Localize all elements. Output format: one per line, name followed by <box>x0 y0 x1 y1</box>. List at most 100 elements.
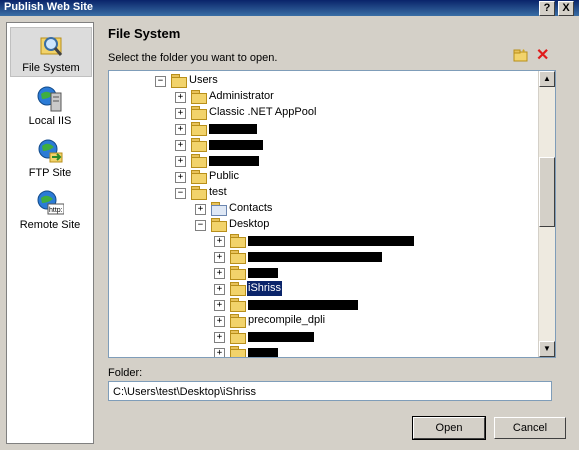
nav-ftp-site[interactable]: FTP Site <box>10 133 90 181</box>
folder-icon <box>230 266 246 280</box>
scroll-up-icon[interactable]: ▲ <box>539 71 555 87</box>
redacted-label <box>209 140 263 150</box>
folder-icon <box>230 282 246 296</box>
folder-icon <box>191 90 207 104</box>
tree-row[interactable]: − Users <box>109 73 537 89</box>
expand-icon[interactable]: + <box>214 300 225 311</box>
redacted-label <box>248 268 278 278</box>
folder-icon <box>191 154 207 168</box>
nav-local-iis[interactable]: Local IIS <box>10 81 90 129</box>
tree-row[interactable]: − Desktop <box>109 217 537 233</box>
folder-icon <box>230 298 246 312</box>
scroll-thumb[interactable] <box>539 157 555 227</box>
folder-icon <box>230 234 246 248</box>
tree-row[interactable]: + <box>109 329 537 345</box>
tree-row[interactable]: + <box>109 297 537 313</box>
folder-icon <box>191 186 207 200</box>
folder-icon <box>230 314 246 328</box>
expand-icon[interactable]: + <box>175 108 186 119</box>
new-folder-icon[interactable]: * <box>513 48 529 62</box>
tree-row[interactable]: + Public <box>109 169 537 185</box>
expand-icon[interactable]: + <box>214 348 225 357</box>
tree-row[interactable]: + <box>109 137 537 153</box>
tree-row[interactable]: + Contacts <box>109 201 537 217</box>
folder-icon <box>230 250 246 264</box>
expand-icon[interactable]: + <box>214 284 225 295</box>
tree-item-label: iShriss <box>247 281 283 296</box>
tree-row[interactable]: + <box>109 121 537 137</box>
tree-item-label: Public <box>209 170 239 182</box>
nav-label: Remote Site <box>19 219 81 231</box>
file-system-icon <box>37 32 65 60</box>
tree-row[interactable]: + <box>109 249 537 265</box>
tree-item-label: Desktop <box>229 218 270 230</box>
cancel-button[interactable]: Cancel <box>494 417 566 439</box>
nav-remote-site[interactable]: http: Remote Site <box>10 185 90 233</box>
redacted-label <box>209 124 257 134</box>
window-title: Publish Web Site <box>4 1 94 13</box>
close-button[interactable]: X <box>558 1 574 16</box>
tree-row[interactable]: + <box>109 153 537 169</box>
folder-icon <box>191 138 207 152</box>
expand-icon[interactable]: + <box>214 252 225 263</box>
folder-icon <box>171 74 187 88</box>
expand-icon[interactable]: + <box>175 92 186 103</box>
folder-tree[interactable]: + + + precompile_dpli + + iShriss + + + − Desktop + C… <box>108 70 556 358</box>
tree-row[interactable]: + precompile_dpli <box>109 313 537 329</box>
expand-icon[interactable]: + <box>175 124 186 135</box>
folder-icon <box>191 122 207 136</box>
expand-icon[interactable]: + <box>175 172 186 183</box>
collapse-icon[interactable]: − <box>175 188 186 199</box>
folder-icon <box>211 218 227 232</box>
expand-icon[interactable]: + <box>214 332 225 343</box>
local-iis-icon <box>36 85 64 113</box>
page-subtitle: Select the folder you want to open. <box>108 52 278 64</box>
location-sidebar: File System Local IIS FTP Site http: Rem… <box>6 22 94 444</box>
help-button[interactable]: ? <box>539 1 555 16</box>
tree-item-label: Users <box>189 74 218 86</box>
page-title: File System <box>108 26 181 41</box>
redacted-label <box>248 348 278 357</box>
tree-item-label: Contacts <box>229 202 273 214</box>
delete-icon[interactable]: ✕ <box>536 48 549 64</box>
tree-row[interactable]: + <box>109 265 537 281</box>
redacted-label <box>248 236 414 246</box>
expand-icon[interactable]: + <box>214 236 225 247</box>
collapse-icon[interactable]: − <box>195 220 206 231</box>
collapse-icon[interactable]: − <box>155 76 166 87</box>
expand-icon[interactable]: + <box>195 204 206 215</box>
expand-icon[interactable]: + <box>214 316 225 327</box>
tree-row[interactable]: + iShriss <box>109 281 537 297</box>
expand-icon[interactable]: + <box>175 156 186 167</box>
nav-label: Local IIS <box>28 115 72 127</box>
tree-row[interactable]: + Classic .NET AppPool <box>109 105 537 121</box>
remote-site-icon: http: <box>36 189 65 217</box>
redacted-label <box>248 332 314 342</box>
expand-icon[interactable]: + <box>214 268 225 279</box>
tree-item-label: Classic .NET AppPool <box>209 106 317 118</box>
tree-scrollbar[interactable]: ▲ ▼ <box>538 71 555 357</box>
tree-row[interactable]: − test <box>109 185 537 201</box>
tree-item-label: test <box>209 186 227 198</box>
folder-icon <box>230 330 246 344</box>
redacted-label <box>248 252 382 262</box>
nav-label: File System <box>22 62 80 74</box>
folder-label: Folder: <box>108 367 143 379</box>
tree-row[interactable]: + <box>109 345 537 357</box>
http-icon-text: http: <box>49 207 63 214</box>
tree-item-label: precompile_dpli <box>248 314 326 326</box>
open-button[interactable]: Open <box>412 416 486 440</box>
folder-icon <box>191 170 207 184</box>
folder-icon <box>191 106 207 120</box>
expand-icon[interactable]: + <box>175 140 186 151</box>
tree-row[interactable]: + Administrator <box>109 89 537 105</box>
tree-item-label: Administrator <box>209 90 274 102</box>
svg-text:*: * <box>522 48 525 57</box>
contacts-folder-icon <box>211 202 227 216</box>
scroll-down-icon[interactable]: ▼ <box>539 341 555 357</box>
folder-path-input[interactable]: C:\Users\test\Desktop\iShriss <box>108 381 552 401</box>
nav-file-system[interactable]: File System <box>10 27 92 77</box>
tree-row[interactable]: + <box>109 233 537 249</box>
redacted-label <box>209 156 259 166</box>
folder-icon <box>230 346 246 357</box>
